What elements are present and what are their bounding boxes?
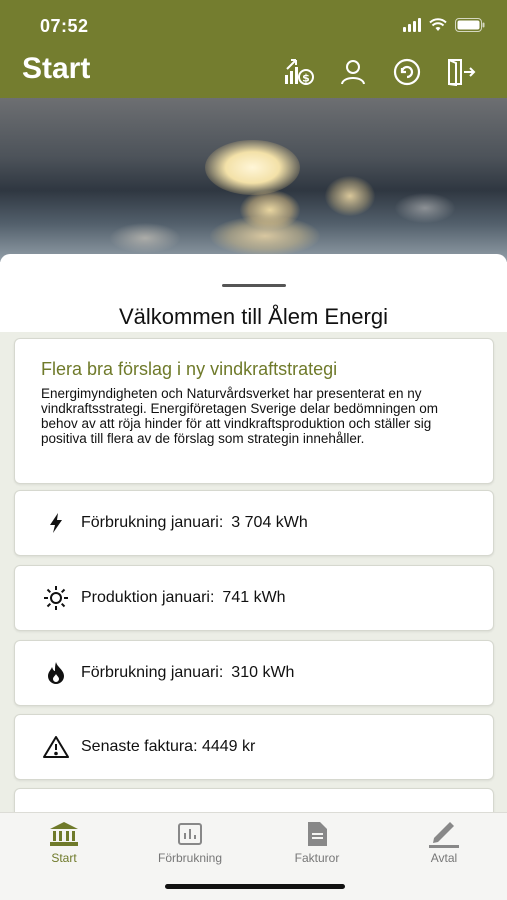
bank-icon	[9, 819, 119, 849]
nav-start[interactable]: Start	[9, 819, 119, 865]
stat-card-invoice[interactable]: Senaste faktura: 4449 kr	[14, 714, 494, 780]
welcome-title: Välkommen till Ålem Energi	[119, 304, 388, 329]
nav-label: Fakturor	[294, 851, 340, 865]
savings-growth-icon[interactable]: $	[283, 56, 315, 88]
news-card[interactable]: Flera bra förslag i ny vindkraftstrategi…	[14, 338, 494, 484]
document-icon	[262, 819, 372, 849]
news-body: Energimyndigheten och Naturvårdsverket h…	[41, 386, 438, 446]
status-icons	[403, 18, 485, 32]
news-title: Flera bra förslag i ny vindkraftstrategi	[41, 359, 338, 379]
nav-avtal[interactable]: Avtal	[389, 819, 499, 865]
welcome-section: Välkommen till Ålem Energi	[0, 262, 507, 332]
flame-icon	[43, 660, 69, 686]
drag-handle[interactable]	[222, 284, 286, 287]
page-title: Start	[22, 52, 91, 85]
lightning-icon	[43, 510, 69, 536]
stat-label: Förbrukning januari:	[81, 664, 224, 681]
status-time: 07:52	[40, 16, 89, 36]
stat-value: 741 kWh	[222, 589, 286, 606]
nav-label: Avtal	[430, 851, 458, 865]
logout-icon[interactable]	[445, 56, 477, 88]
stat-value: 310 kWh	[231, 664, 295, 681]
stat-label: Senaste faktura: 4449 kr	[81, 738, 256, 755]
stat-label: Förbrukning januari:	[81, 514, 224, 531]
stat-value: 3 704 kWh	[231, 514, 308, 531]
nav-label: Förbrukning	[157, 851, 223, 865]
stat-card-more[interactable]	[14, 788, 494, 812]
home-indicator	[165, 884, 345, 889]
svg-text:$: $	[302, 72, 310, 85]
user-icon[interactable]	[337, 56, 369, 88]
sun-icon	[43, 585, 69, 611]
stat-label: Produktion januari:	[81, 589, 215, 606]
content-list[interactable]: Flera bra förslag i ny vindkraftstrategi…	[0, 332, 507, 812]
warning-icon	[43, 734, 69, 760]
nav-fakturor[interactable]: Fakturor	[262, 819, 372, 865]
wifi-icon	[429, 18, 447, 32]
battery-icon	[455, 18, 485, 32]
stat-card-heating[interactable]: Förbrukning januari: 310 kWh	[14, 640, 494, 706]
pen-icon	[389, 819, 499, 849]
hero-image	[0, 98, 507, 266]
nav-label: Start	[51, 851, 77, 865]
app-header: 07:52 Start $	[0, 0, 507, 98]
nav-forbrukning[interactable]: Förbrukning	[135, 819, 245, 865]
refresh-icon[interactable]	[391, 56, 423, 88]
signal-icon	[403, 18, 421, 32]
stat-card-consumption[interactable]: Förbrukning januari: 3 704 kWh	[14, 490, 494, 556]
header-actions: $	[283, 56, 477, 88]
chart-icon	[135, 819, 245, 849]
stat-card-production[interactable]: Produktion januari: 741 kWh	[14, 565, 494, 631]
